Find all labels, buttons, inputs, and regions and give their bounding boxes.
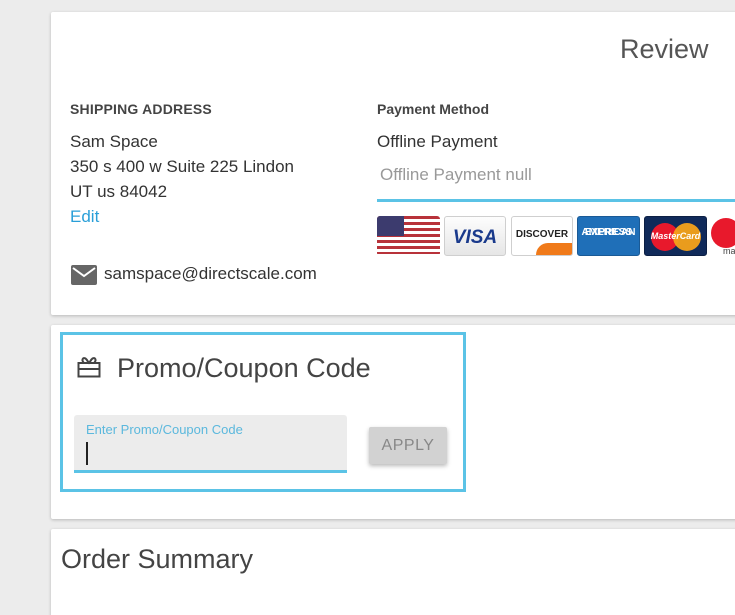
- amex-label-2: EXPRESS: [584, 227, 633, 238]
- gift-icon: [77, 357, 101, 378]
- amex-icon: AMERICAN EXPRESS: [577, 216, 640, 256]
- payment-method-value: Offline Payment: [377, 132, 498, 151]
- visa-icon: VISA: [444, 216, 506, 256]
- order-summary-card: Order Summary: [51, 529, 735, 615]
- shipping-address-heading: SHIPPING ADDRESS: [70, 101, 212, 117]
- shipping-city-line: UT us 84042: [70, 182, 168, 201]
- us-flag-icon: [377, 216, 440, 256]
- discover-label: DISCOVER: [515, 229, 569, 240]
- order-summary-title: Order Summary: [61, 544, 254, 574]
- review-card: Review SHIPPING ADDRESS Sam Space 350 s …: [51, 12, 735, 315]
- review-title: Review: [620, 34, 709, 64]
- maestro-icon: mae: [711, 216, 735, 256]
- shipping-name: Sam Space: [70, 132, 158, 151]
- shipping-email: samspace@directscale.com: [104, 264, 317, 283]
- mastercard-label: MasterCard: [650, 231, 701, 241]
- text-caret: [86, 442, 88, 465]
- payment-method-heading: Payment Method: [377, 101, 490, 117]
- apply-button[interactable]: APPLY: [369, 427, 447, 464]
- edit-address-link[interactable]: Edit: [70, 207, 99, 227]
- visa-label: VISA: [452, 227, 498, 248]
- shipping-street: 350 s 400 w Suite 225 Lindon: [70, 157, 295, 176]
- promo-section: Promo/Coupon Code Enter Promo/Coupon Cod…: [60, 332, 466, 492]
- promo-code-input[interactable]: [86, 440, 336, 466]
- mastercard-icon: MasterCard: [644, 216, 707, 256]
- discover-icon: DISCOVER: [511, 216, 573, 256]
- promo-code-label: Enter Promo/Coupon Code: [86, 422, 243, 437]
- promo-code-field[interactable]: Enter Promo/Coupon Code: [74, 415, 347, 473]
- mail-icon: [71, 265, 97, 285]
- payment-method-selected: Offline Payment null: [380, 165, 532, 184]
- accepted-cards: VISA DISCOVER AMERICAN EXPRESS MasterCard…: [377, 216, 735, 258]
- promo-card: Promo/Coupon Code Enter Promo/Coupon Cod…: [51, 325, 735, 519]
- payment-method-select[interactable]: Offline Payment null: [377, 158, 735, 202]
- promo-title: Promo/Coupon Code: [117, 353, 371, 383]
- maestro-label: mae: [723, 246, 735, 256]
